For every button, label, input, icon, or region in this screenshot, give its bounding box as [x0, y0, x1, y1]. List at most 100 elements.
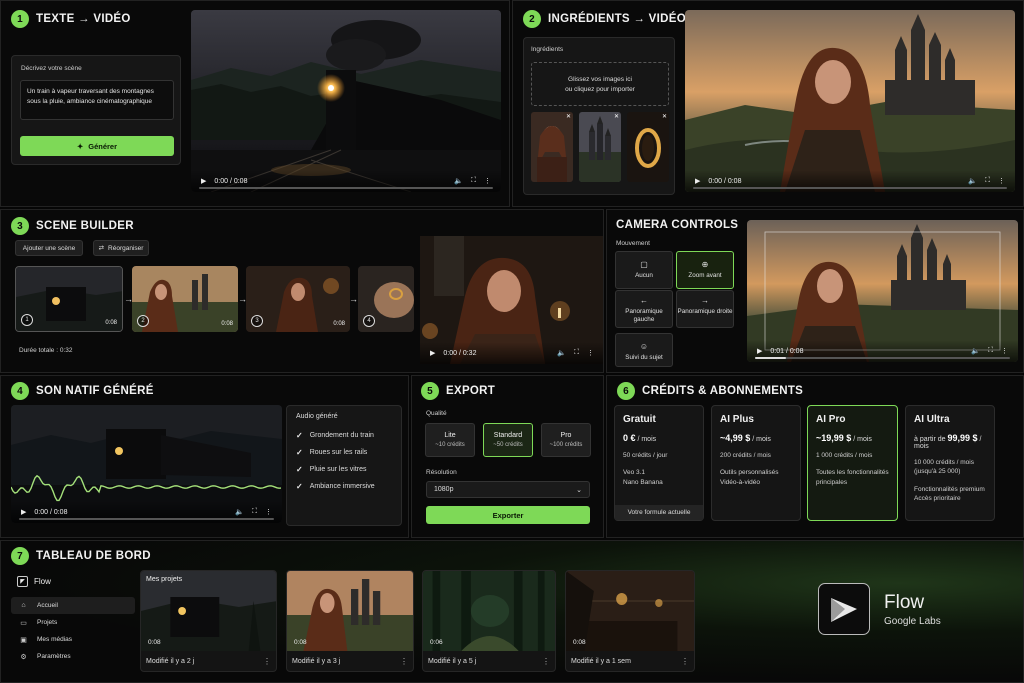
section-title: TEXTE → VIDÉO [36, 13, 131, 25]
flow-logo-icon [818, 583, 870, 635]
more-icon[interactable]: ⋮ [542, 657, 550, 666]
ingredient-ring[interactable]: ✕ [627, 112, 669, 182]
video-player-castle[interactable]: ▶ 0:00 / 0:08 🔈 ⛶ ⋮ [685, 10, 1015, 192]
plan-period: / mois [851, 436, 872, 443]
progress-bar[interactable] [19, 518, 274, 520]
play-icon[interactable]: ▶ [757, 347, 762, 355]
volume-icon[interactable]: 🔈 [971, 347, 980, 355]
camera-option[interactable]: ⊕ Zoom avant [676, 251, 734, 289]
shuffle-icon: ⇄ [98, 245, 105, 252]
audio-item-label: Pluie sur les vitres [309, 466, 367, 473]
more-icon[interactable]: ⋮ [998, 177, 1005, 185]
fullscreen-icon[interactable]: ⛶ [252, 508, 257, 516]
add-scene-button[interactable]: Ajouter une scène [15, 240, 83, 256]
progress-bar[interactable] [199, 187, 493, 189]
reorganize-button[interactable]: ⇄ Réorganiser [93, 240, 149, 256]
sidebar-item[interactable]: ▭ Projets [11, 614, 135, 631]
step-number: 4 [11, 382, 29, 400]
project-card[interactable]: 0:06 Modifié il y a 5 j ⋮ [422, 570, 556, 672]
flow-logo-icon: ◤ [17, 575, 28, 587]
resolution-select[interactable]: 1080p ⌄ [426, 481, 590, 498]
progress-bar[interactable] [693, 187, 1007, 189]
more-icon[interactable]: ⋮ [400, 657, 408, 666]
video-player-scenes[interactable]: ▶ 0:00 / 0:32 🔈 ⛶ ⋮ [420, 236, 603, 364]
project-card[interactable]: 0:08 Modifié il y a 2 j ⋮ [140, 570, 277, 672]
project-card[interactable]: 0:08 Modifié il y a 3 j ⋮ [286, 570, 414, 672]
more-icon[interactable]: ⋮ [265, 508, 272, 516]
volume-icon[interactable]: 🔈 [557, 349, 566, 357]
project-card[interactable]: 0:08 Modifié il y a 1 sem ⋮ [565, 570, 695, 672]
quality-name: Lite [444, 432, 456, 439]
scene-thumb-1[interactable]: 1 0:08 [15, 266, 123, 332]
scene-duration: 0:08 [221, 321, 233, 327]
plan-name: AI Ultra [914, 414, 950, 425]
export-button[interactable]: Exporter [426, 506, 590, 524]
play-icon[interactable]: ▶ [201, 177, 206, 185]
section-text-to-video: 1 TEXTE → VIDÉO Décrivez votre scène Un … [0, 0, 510, 207]
remove-icon[interactable]: ✕ [566, 113, 571, 120]
step-number: 2 [523, 10, 541, 28]
audio-item-label: Ambiance immersive [309, 483, 375, 490]
camera-option[interactable]: → Panoramique droite [676, 290, 734, 328]
audio-item: ✓ Grondement du train [296, 427, 392, 444]
sidebar-item[interactable]: ▣ Mes médias [11, 631, 135, 648]
resolution-label: Résolution [426, 469, 457, 476]
prompt-textarea[interactable]: Un train à vapeur traversant des montagn… [20, 80, 174, 120]
scene-thumb-4[interactable]: 4 [358, 266, 414, 332]
quality-option[interactable]: Standard ~50 crédits [483, 423, 533, 457]
quality-option[interactable]: Pro ~100 crédits [541, 423, 591, 457]
quality-label: Qualité [426, 410, 447, 417]
progress-bar[interactable] [755, 357, 1010, 359]
check-icon: ✓ [296, 482, 303, 491]
image-dropzone[interactable]: Glissez vos images ici ou cliquez pour i… [531, 62, 669, 106]
generate-button[interactable]: ✦ Générer [20, 136, 174, 156]
my-projects-label: Mes projets [146, 576, 183, 583]
fullscreen-icon[interactable]: ⛶ [574, 349, 579, 357]
more-icon[interactable]: ⋮ [484, 177, 491, 185]
volume-icon[interactable]: 🔈 [454, 177, 463, 185]
plan-feature: Outils personnalisés [720, 469, 779, 477]
video-player-camera[interactable]: ▶ 0:01 / 0:08 🔈 ⛶ ⋮ [747, 220, 1018, 362]
fullscreen-icon[interactable]: ⛶ [985, 177, 990, 185]
sidebar-item-label: Projets [37, 619, 58, 626]
remove-icon[interactable]: ✕ [614, 113, 619, 120]
quality-option[interactable]: Lite ~10 crédits [425, 423, 475, 457]
plan-card[interactable]: AI Plus ~4,99 $ / mois 200 crédits / mois O… [711, 405, 801, 521]
play-icon[interactable]: ▶ [21, 508, 26, 516]
more-icon[interactable]: ⋮ [681, 657, 689, 666]
plan-desc: 200 crédits / mois Outils personnalisés Vi… [720, 451, 792, 487]
remove-icon[interactable]: ✕ [662, 113, 667, 120]
plan-card[interactable]: AI Pro ~19,99 $ / mois 1 000 crédits / moi… [807, 405, 898, 521]
sidebar-item[interactable]: ⚙ Paramètres [11, 648, 135, 665]
video-player-audio[interactable]: ▶ 0:00 / 0:08 🔈 ⛶ ⋮ [11, 405, 282, 523]
plan-desc: 10 000 crédits / mois (jusqu'à 25 000) Fon… [914, 458, 986, 504]
play-icon[interactable]: ▶ [430, 349, 435, 357]
more-icon[interactable]: ⋮ [1001, 347, 1008, 355]
fullscreen-icon[interactable]: ⛶ [988, 347, 993, 355]
plan-name: AI Pro [816, 414, 846, 425]
more-icon[interactable]: ⋮ [263, 657, 271, 666]
camera-option[interactable]: ☺ Suivi du sujet [615, 333, 673, 367]
camera-option[interactable]: ← Panoramique gauche [615, 290, 673, 328]
volume-icon[interactable]: 🔈 [968, 177, 977, 185]
play-icon[interactable]: ▶ [695, 177, 700, 185]
scene-thumb-3[interactable]: 3 0:08 [246, 266, 350, 332]
train-video-frame [191, 10, 501, 192]
resolution-value: 1080p [434, 486, 454, 493]
sidebar-brand[interactable]: ◤ Flow [11, 571, 135, 591]
volume-icon[interactable]: 🔈 [235, 508, 244, 516]
sidebar-item[interactable]: ⌂ Accueil [11, 597, 135, 614]
video-player-train[interactable]: ▶ 0:00 / 0:08 🔈 ⛶ ⋮ [191, 10, 501, 192]
plan-card[interactable]: AI Ultra à partir de 99,99 $ / mois 10 000… [905, 405, 995, 521]
more-icon[interactable]: ⋮ [587, 349, 594, 357]
ingredient-castle[interactable]: ✕ [579, 112, 621, 182]
ingredient-woman[interactable]: ✕ [531, 112, 573, 182]
scene-thumb-2[interactable]: 2 0:08 [132, 266, 238, 332]
camera-option[interactable]: ▢ Aucun [615, 251, 673, 289]
audio-item: ✓ Ambiance immersive [296, 478, 392, 495]
plan-credits: 10 000 crédits / mois [914, 459, 974, 466]
arrow-right-icon: → [349, 294, 358, 304]
time-display: 0:01 / 0:08 [770, 347, 804, 355]
fullscreen-icon[interactable]: ⛶ [471, 177, 476, 185]
plan-card[interactable]: Gratuit 0 € / mois 50 crédits / jour Veo 3.… [614, 405, 704, 521]
